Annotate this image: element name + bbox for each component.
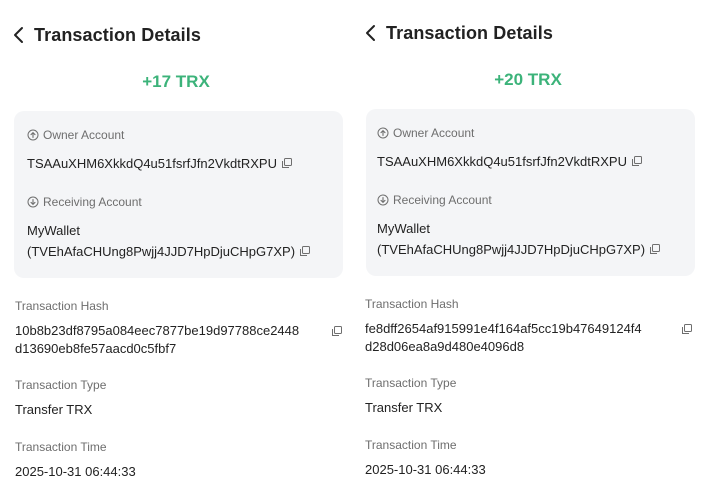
owner-account-label: Owner Account — [27, 128, 124, 142]
transaction-time-value: 2025-10-31 06:44:33 — [15, 464, 136, 479]
arrow-down-circle-icon — [377, 194, 389, 206]
page-title: Transaction Details — [386, 22, 553, 43]
owner-account-value: TSAAuXHM6XkkdQ4u51fsrfJfn2VkdtRXPU — [377, 153, 643, 171]
header: Transaction Details — [364, 21, 553, 45]
owner-account-label: Owner Account — [377, 126, 474, 140]
receiving-account-label-text: Receiving Account — [43, 195, 142, 209]
transaction-hash-label: Transaction Hash — [365, 297, 459, 311]
receiving-account-value: (TVEhAfaCHUng8Pwjj4JJD7HpDjuCHpG7XP) — [27, 243, 311, 261]
copy-icon[interactable] — [281, 157, 293, 169]
chevron-left-icon[interactable] — [364, 23, 378, 43]
transaction-type-label: Transaction Type — [365, 376, 457, 390]
transaction-type-label: Transaction Type — [15, 378, 107, 392]
owner-address: TSAAuXHM6XkkdQ4u51fsrfJfn2VkdtRXPU — [27, 156, 277, 171]
receiving-account-label: Receiving Account — [377, 193, 492, 207]
header: Transaction Details — [12, 23, 201, 47]
receiving-account-name: MyWallet — [27, 223, 80, 238]
transaction-hash-line-2: d28d06ea8a9d480e4096d8 — [365, 339, 525, 354]
transaction-type-value: Transfer TRX — [365, 400, 443, 415]
copy-icon[interactable] — [681, 323, 693, 335]
transaction-time-label: Transaction Time — [15, 440, 107, 454]
owner-address: TSAAuXHM6XkkdQ4u51fsrfJfn2VkdtRXPU — [377, 154, 627, 169]
transaction-type-value: Transfer TRX — [15, 402, 93, 417]
arrow-down-circle-icon — [27, 196, 39, 208]
copy-icon[interactable] — [631, 155, 643, 167]
transaction-details-panel-right: Transaction Details +20 TRX Owner Accoun… — [352, 0, 704, 504]
receiving-account-label-text: Receiving Account — [393, 193, 492, 207]
transaction-hash-line-1: fe8dff2654af915991e4f164af5cc19b47649124… — [365, 321, 642, 336]
transaction-hash-label: Transaction Hash — [15, 299, 109, 313]
transaction-time-label: Transaction Time — [365, 438, 457, 452]
amount: +17 TRX — [142, 72, 210, 91]
receiving-address: (TVEhAfaCHUng8Pwjj4JJD7HpDjuCHpG7XP) — [27, 244, 296, 259]
receiving-account-value: (TVEhAfaCHUng8Pwjj4JJD7HpDjuCHpG7XP) — [377, 241, 661, 259]
owner-account-value: TSAAuXHM6XkkdQ4u51fsrfJfn2VkdtRXPU — [27, 155, 293, 173]
transaction-details-panel-left: Transaction Details +17 TRX Owner Accoun… — [0, 0, 352, 504]
arrow-up-circle-icon — [27, 129, 39, 141]
receiving-account-name: MyWallet — [377, 221, 430, 236]
page-title: Transaction Details — [34, 24, 201, 45]
chevron-left-icon[interactable] — [12, 25, 26, 45]
owner-account-label-text: Owner Account — [393, 126, 475, 140]
copy-icon[interactable] — [649, 243, 661, 255]
owner-account-label-text: Owner Account — [43, 128, 125, 142]
transaction-time-value: 2025-10-31 06:44:33 — [365, 462, 486, 477]
transaction-hash-line-2: d13690eb8fe57aacd0c5fbf7 — [15, 341, 177, 356]
receiving-address: (TVEhAfaCHUng8Pwjj4JJD7HpDjuCHpG7XP) — [377, 242, 646, 257]
transaction-hash-line-1: 10b8b23df8795a084eec7877be19d97788ce2448 — [15, 323, 300, 338]
arrow-up-circle-icon — [377, 127, 389, 139]
amount: +20 TRX — [494, 70, 562, 89]
copy-icon[interactable] — [331, 325, 343, 337]
receiving-account-label: Receiving Account — [27, 195, 142, 209]
copy-icon[interactable] — [299, 245, 311, 257]
